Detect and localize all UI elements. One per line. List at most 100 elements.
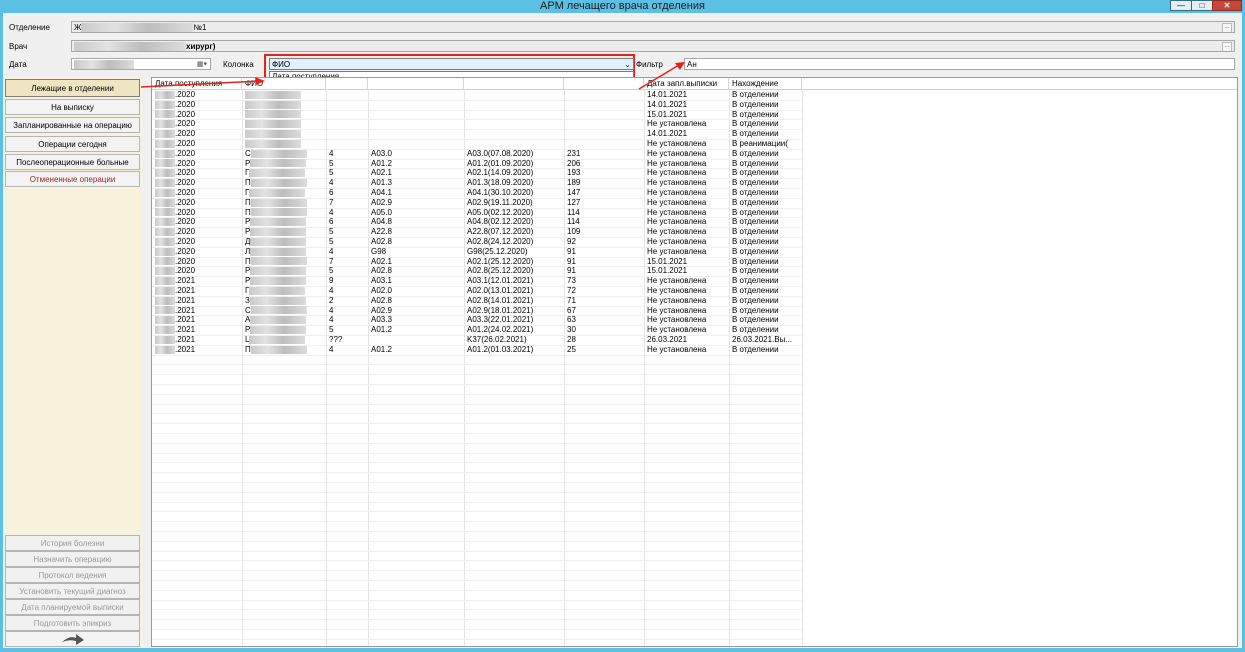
table-cell-fio: Г (242, 286, 326, 296)
table-cell-plan: 15.01.2021 (647, 266, 688, 276)
table-row[interactable]: .2020 П 4 A01.3 A01.3(18.09.2020) 189 Не устан… (152, 178, 802, 188)
table-row[interactable]: .2021 П 4 A01.2 A01.2(01.03.2021) 25 Не устано… (152, 345, 802, 355)
table-row[interactable]: .2020 П 7 A02.9 A02.9(19.11.2020) 127 Не устан… (152, 198, 802, 208)
table-cell-loc: В реанимации( (732, 139, 788, 148)
table-row[interactable]: .2020 14.01.2021 В отделении (152, 100, 802, 110)
table-row[interactable]: .2020 Д 5 A02.8 A02.8(24.12.2020) 92 Не устано… (152, 237, 802, 247)
department-ellipsis-button[interactable]: ... (1222, 23, 1232, 32)
table-cell-diag: A01.2 (371, 158, 392, 168)
table-cell-fio: П (242, 198, 326, 208)
left-action-button[interactable]: Подготовить эпикриз (5, 615, 140, 631)
table-cell-room: 4 (329, 246, 334, 256)
chevron-down-icon[interactable]: ⌄ (624, 59, 631, 70)
table-cell-days: 92 (567, 237, 576, 246)
department-value: Ж (74, 23, 82, 32)
table-row[interactable]: .2021 Р 5 A01.2 A01.2(24.02.2021) 30 Не устано… (152, 325, 802, 335)
column-header[interactable]: Нахождение (729, 78, 802, 89)
table-row[interactable]: .2020 Г 6 A04.1 A04.1(30.10.2020) 147 Не устан… (152, 188, 802, 198)
table-cell-fio: С (242, 149, 326, 159)
table-row[interactable]: .2020 14.01.2021 В отделении (152, 129, 802, 139)
table-row[interactable]: .2020 П 7 A02.1 A02.1(25.12.2020) 91 15.01.202… (152, 257, 802, 267)
table-cell-plan: Не установлена (647, 148, 707, 158)
table-cell-loc: В отделении (732, 168, 779, 178)
table-cell-room: 4 (329, 178, 334, 188)
table-row[interactable]: .2020 Л 4 G98 G98(25.12.2020) 91 Не установлен… (152, 247, 802, 257)
filter-input[interactable]: Ан (684, 58, 1235, 70)
left-nav-item[interactable]: Лежащие в отделении (5, 79, 140, 97)
table-row[interactable]: .2020 Р 6 A04.8 A04.8(02.12.2020) 114 Не устан… (152, 217, 802, 227)
table-cell-loc: В отделении (732, 227, 779, 237)
date-field[interactable]: ▦▾ (71, 58, 211, 70)
column-header[interactable] (368, 78, 464, 89)
left-action-button[interactable]: Назначить операцию (5, 551, 140, 567)
table-row[interactable]: .2021 L??? K37(26.02.2021) 28 26.03.2021 26.0… (152, 335, 802, 345)
table-cell-date: .2020 (152, 100, 242, 110)
table-row[interactable]: .2020 П 4 A05.0 A05.0(02.12.2020) 114 Не устан… (152, 208, 802, 218)
left-action-button[interactable]: Протокол ведения (5, 567, 140, 583)
table-row[interactable]: .2020 Не установлена В отделении (152, 119, 802, 129)
column-select[interactable]: ФИО ⌄ (269, 58, 634, 70)
table-cell-fio: Р (242, 325, 326, 335)
table-cell-date: .2021 (152, 335, 242, 345)
column-header[interactable] (326, 78, 368, 89)
table-cell-fio: Р (242, 227, 326, 237)
table-cell-cur: G98(25.12.2020) (467, 246, 528, 256)
table-cell-room: 6 (329, 217, 334, 227)
close-button[interactable]: ✕ (1212, 0, 1242, 11)
table-cell-diag: A02.8 (371, 237, 392, 246)
table-row[interactable]: .2021 Г 4 A02.0 A02.0(13.01.2021) 72 Не устано… (152, 286, 802, 296)
table-row[interactable]: .2020 Не установлена В реанимации( (152, 139, 802, 149)
table-cell-loc: В отделении (732, 295, 779, 305)
left-nav-item[interactable]: Отмененные операции (5, 171, 140, 187)
table-cell-cur: A02.9(19.11.2020) (467, 197, 533, 207)
table-cell-plan: Не установлена (647, 197, 707, 207)
table-cell-fio: Р (242, 266, 326, 276)
patients-table[interactable]: Дата поступления ФИО Дата запл.выписки Нахо… (151, 77, 1238, 647)
table-row[interactable]: .2020 Р 5 A22.8 A22.8(07.12.2020) 109 Не устан… (152, 227, 802, 237)
table-row[interactable]: .2021 З 2 A02.8 A02.8(14.01.2021) 71 Не устано… (152, 296, 802, 306)
table-cell-plan: Не установлена (647, 188, 707, 197)
table-cell-fio: П (242, 257, 326, 267)
left-nav-item[interactable]: На выписку (5, 99, 140, 115)
table-row[interactable]: .2020 Р 5 A02.8 A02.8(25.12.2020) 91 15.01.202… (152, 266, 802, 276)
left-action-button[interactable]: Дата планируемой выписки (5, 599, 140, 615)
doctor-label: Врач (9, 42, 28, 51)
table-cell-date: .2020 (152, 119, 242, 129)
table-cell-cur: A02.1(25.12.2020) (467, 256, 534, 266)
table-cell-loc: В отделении (732, 90, 779, 99)
table-cell-days: 28 (567, 335, 576, 344)
table-cell-cur: A03.1(12.01.2021) (467, 276, 534, 286)
doctor-field[interactable]: хирург) ... (71, 40, 1235, 52)
minimize-button[interactable]: — (1170, 0, 1192, 11)
left-action-button[interactable]: Установить текущий диагноз (5, 583, 140, 599)
table-cell-fio (242, 100, 326, 110)
table-row[interactable]: .2021 С 4 A02.9 A02.9(18.01.2021) 67 Не устано… (152, 306, 802, 316)
table-cell-loc: В отделении (732, 207, 779, 217)
table-cell-plan: 15.01.2021 (647, 256, 688, 266)
table-row[interactable]: .2020 Р 5 A01.2 A01.2(01.09.2020) 206 Не устан… (152, 159, 802, 169)
table-row[interactable]: .2021 А 4 A03.3 A03.3(22.01.2021) 63 Не устано… (152, 315, 802, 325)
table-row[interactable]: .2020 Г 5 A02.1 A02.1(14.09.2020) 193 Не устан… (152, 168, 802, 178)
column-header[interactable] (464, 78, 564, 89)
table-cell-plan: Не установлена (647, 344, 707, 354)
left-action-button[interactable]: История болезни (5, 535, 140, 551)
maximize-button[interactable]: □ (1191, 0, 1213, 11)
table-row[interactable]: .2020 15.01.2021 В отделении (152, 110, 802, 120)
table-cell-loc: В отделении (732, 276, 779, 286)
left-nav-item[interactable]: Запланированные на операцию (5, 117, 140, 133)
column-header[interactable] (564, 78, 644, 89)
calendar-icon[interactable]: ▦▾ (197, 59, 207, 69)
left-nav-item[interactable]: Послеоперационные больные (5, 154, 140, 170)
next-arrow-button[interactable] (5, 631, 140, 647)
department-field[interactable]: Ж №1 ... (71, 21, 1235, 33)
doctor-ellipsis-button[interactable]: ... (1222, 42, 1232, 51)
left-nav-item[interactable]: Операции сегодня (5, 136, 140, 152)
table-cell-date: .2021 (152, 276, 242, 286)
table-cell-days: 114 (567, 207, 580, 217)
table-cell-diag: A01.2 (371, 325, 392, 335)
table-cell-loc: В отделении (732, 256, 779, 266)
table-cell-diag: A02.9 (371, 305, 392, 315)
table-row[interactable]: .2021 Р 9 A03.1 A03.1(12.01.2021) 73 Не устано… (152, 276, 802, 286)
table-cell-days: 127 (567, 197, 581, 207)
table-row[interactable]: .2020 С 4 A03.0 A03.0(07.08.2020) 231 Не устан… (152, 149, 802, 159)
